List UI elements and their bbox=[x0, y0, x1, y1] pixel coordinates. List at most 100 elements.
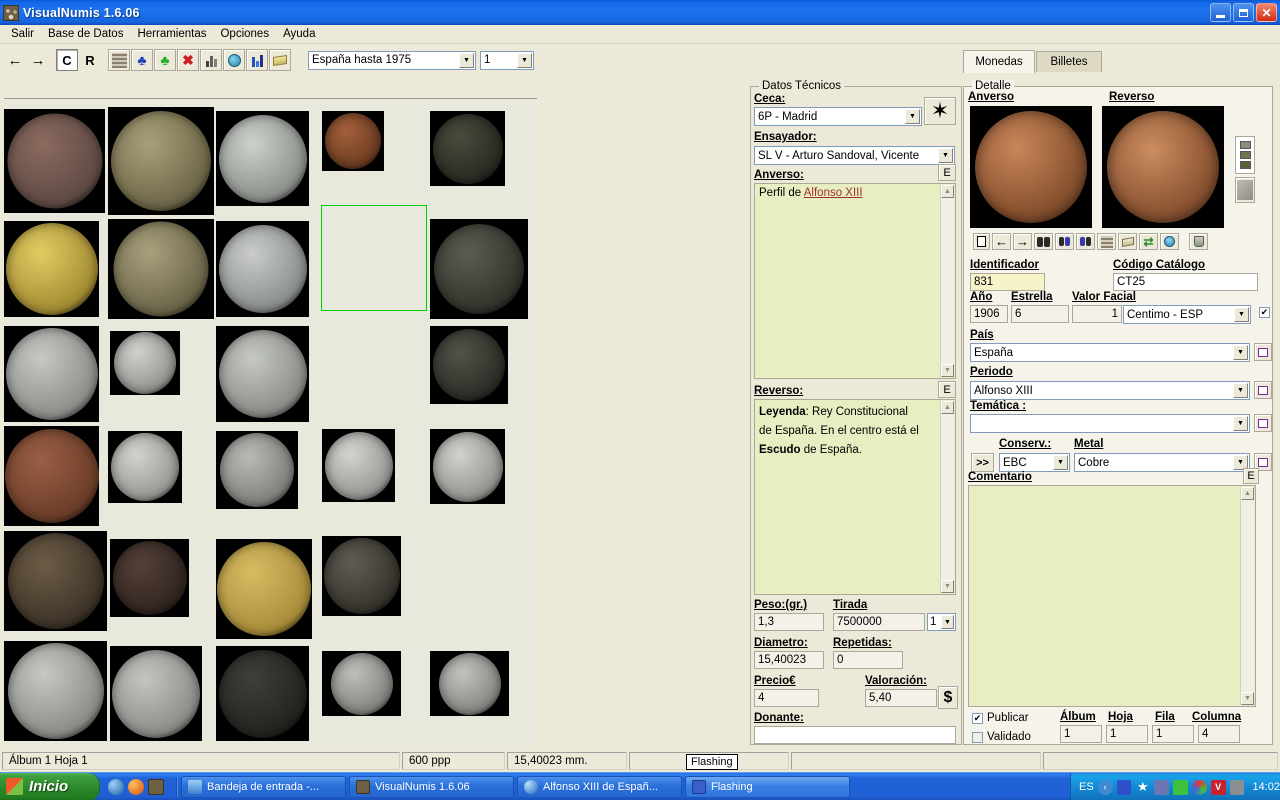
coin-thumb-2-5[interactable] bbox=[430, 219, 528, 319]
book-icon[interactable] bbox=[269, 49, 291, 71]
comentario-memo[interactable]: ▲ ▼ bbox=[968, 485, 1256, 707]
expand-button[interactable]: >> bbox=[971, 453, 994, 472]
coin-thumb-3-1[interactable] bbox=[4, 326, 99, 422]
coin-thumb-5-1[interactable] bbox=[4, 531, 107, 631]
scroll-down-icon[interactable]: ▼ bbox=[941, 580, 954, 593]
visualnumis-quicklaunch-icon[interactable] bbox=[148, 778, 164, 795]
task-visualnumis[interactable]: VisualNumis 1.6.06 bbox=[349, 775, 514, 798]
menu-herramientas[interactable]: Herramientas bbox=[130, 26, 213, 42]
show-hidden-icons-button[interactable]: ‹ bbox=[1097, 779, 1113, 795]
blue-tree-icon[interactable]: ♣ bbox=[131, 49, 153, 71]
coin-thumb-1-4[interactable] bbox=[322, 111, 384, 171]
anverso-memo[interactable]: Perfil de Alfonso XIII ▲ ▼ bbox=[754, 183, 956, 379]
maximize-button[interactable] bbox=[1233, 3, 1254, 22]
coin-grid[interactable] bbox=[4, 98, 537, 746]
periodo-select[interactable]: Alfonso XIII ▼ bbox=[970, 381, 1250, 400]
coin-thumb-3-3[interactable] bbox=[216, 326, 309, 422]
chart-icon[interactable] bbox=[200, 49, 222, 71]
anverso-e-button[interactable]: E bbox=[938, 164, 956, 181]
tag-icon[interactable] bbox=[1118, 233, 1137, 250]
ie-quicklaunch-icon[interactable] bbox=[108, 778, 124, 795]
metal-select[interactable]: Cobre ▼ bbox=[1074, 453, 1250, 472]
scroll-up-icon[interactable]: ▲ bbox=[941, 185, 954, 198]
pais-lookup-button[interactable] bbox=[1254, 343, 1272, 361]
estrella-input[interactable]: 6 bbox=[1011, 305, 1069, 323]
publicar-checkbox[interactable]: ✔ bbox=[972, 712, 983, 724]
ceca-select[interactable]: 6P - Madrid ▼ bbox=[754, 107, 922, 126]
coin-thumb-2-3[interactable] bbox=[216, 221, 309, 317]
coin-thumb-4-2[interactable] bbox=[108, 431, 182, 503]
menu-ayuda[interactable]: Ayuda bbox=[276, 26, 322, 42]
scroll-down-icon[interactable]: ▼ bbox=[1241, 692, 1254, 705]
scroll-up-icon[interactable]: ▲ bbox=[941, 401, 954, 414]
next-arrow-icon[interactable]: → bbox=[1013, 233, 1032, 250]
green-square-icon[interactable] bbox=[1173, 779, 1188, 795]
page-select[interactable]: 1 ▼ bbox=[480, 50, 534, 70]
precio-input[interactable]: 4 bbox=[754, 689, 819, 707]
display-properties-icon[interactable] bbox=[1116, 779, 1132, 795]
r-button[interactable]: R bbox=[79, 49, 101, 71]
task-bandeja-entrada[interactable]: Bandeja de entrada -... bbox=[181, 775, 346, 798]
minimize-button[interactable] bbox=[1210, 3, 1231, 22]
diametro-input[interactable]: 15,40023 bbox=[754, 651, 824, 669]
valoracion-input[interactable]: 5,40 bbox=[865, 689, 937, 707]
task-alfonso-xiii[interactable]: Alfonso XIII de Españ... bbox=[517, 775, 682, 798]
tab-monedas[interactable]: Monedas bbox=[963, 50, 1035, 73]
grid-icon[interactable] bbox=[108, 49, 130, 71]
firefox-quicklaunch-icon[interactable] bbox=[128, 778, 144, 795]
tray-language[interactable]: ES bbox=[1079, 781, 1094, 793]
blank-page-icon[interactable] bbox=[973, 233, 990, 250]
coin-thumb-6-3[interactable] bbox=[216, 646, 309, 741]
coin-thumb-4-1[interactable] bbox=[4, 426, 99, 526]
coin-thumb-3-5[interactable] bbox=[430, 326, 508, 404]
star-tray-icon[interactable]: ★ bbox=[1135, 779, 1150, 795]
trash-icon[interactable] bbox=[1189, 233, 1208, 250]
binoculars-icon[interactable] bbox=[1034, 233, 1053, 250]
tirada-variant-select[interactable]: 1 ▼ bbox=[927, 613, 956, 631]
coin-thumb-6-1[interactable] bbox=[4, 641, 107, 741]
tirada-input[interactable]: 7500000 bbox=[833, 613, 925, 631]
reverso-scrollbar[interactable]: ▲ ▼ bbox=[940, 401, 954, 593]
coin-thumb-2-1[interactable] bbox=[4, 221, 99, 317]
scanner-icon[interactable] bbox=[1229, 779, 1245, 795]
green-tree-icon[interactable]: ♣ bbox=[154, 49, 176, 71]
repetidas-input[interactable]: 0 bbox=[833, 651, 903, 669]
album-input[interactable]: 1 bbox=[1060, 725, 1102, 743]
menu-opciones[interactable]: Opciones bbox=[213, 26, 276, 42]
tematica-select[interactable]: ▼ bbox=[970, 414, 1250, 433]
ensayador-select[interactable]: SL V - Arturo Sandoval, Vicente ▼ bbox=[754, 146, 955, 165]
valor-facial-input[interactable]: 1 bbox=[1072, 305, 1122, 323]
ano-input[interactable]: 1906 bbox=[970, 305, 1008, 323]
forward-arrow-icon[interactable]: → bbox=[27, 49, 49, 71]
coin-thumb-1-1[interactable] bbox=[4, 109, 105, 213]
periodo-lookup-button[interactable] bbox=[1254, 381, 1272, 399]
coin-thumb-2-2[interactable] bbox=[108, 219, 214, 319]
codigo-catalogo-input[interactable]: CT25 bbox=[1113, 273, 1258, 291]
delete-tree-icon[interactable]: ✖ bbox=[177, 49, 199, 71]
donante-input[interactable] bbox=[754, 726, 956, 744]
zoom-out-icon[interactable] bbox=[1055, 233, 1074, 250]
coin-thumb-6-4[interactable] bbox=[322, 651, 401, 716]
bar-chart-icon[interactable] bbox=[246, 49, 268, 71]
coin-thumb-1-3[interactable] bbox=[216, 111, 309, 206]
network-icon[interactable] bbox=[1154, 779, 1170, 795]
coin-thumb-1-2[interactable] bbox=[108, 107, 214, 215]
rotate-icon[interactable]: ⇄ bbox=[1139, 233, 1158, 250]
coin-thumb-5-2[interactable] bbox=[110, 539, 189, 617]
fila-input[interactable]: 1 bbox=[1152, 725, 1194, 743]
columna-input[interactable]: 4 bbox=[1198, 725, 1240, 743]
currency-button[interactable]: $ bbox=[938, 686, 958, 709]
coin-thumb-4-4[interactable] bbox=[322, 429, 395, 502]
coin-thumb-3-2[interactable] bbox=[110, 331, 180, 395]
peso-input[interactable]: 1,3 bbox=[754, 613, 824, 631]
star-button[interactable]: ✶ bbox=[924, 97, 956, 125]
valor-facial-checkbox[interactable]: ✔ bbox=[1259, 307, 1270, 318]
coin-obverse-image[interactable] bbox=[970, 106, 1092, 228]
menu-base-de-datos[interactable]: Base de Datos bbox=[41, 26, 130, 42]
validado-checkbox[interactable] bbox=[972, 731, 983, 743]
collection-select[interactable]: España hasta 1975 ▼ bbox=[308, 50, 476, 70]
menu-salir[interactable]: Salir bbox=[4, 26, 41, 42]
valor-facial-unit-select[interactable]: Centimo - ESP ▼ bbox=[1123, 305, 1251, 324]
globe-icon[interactable] bbox=[223, 49, 245, 71]
anverso-text-link[interactable]: Alfonso XIII bbox=[804, 187, 863, 199]
